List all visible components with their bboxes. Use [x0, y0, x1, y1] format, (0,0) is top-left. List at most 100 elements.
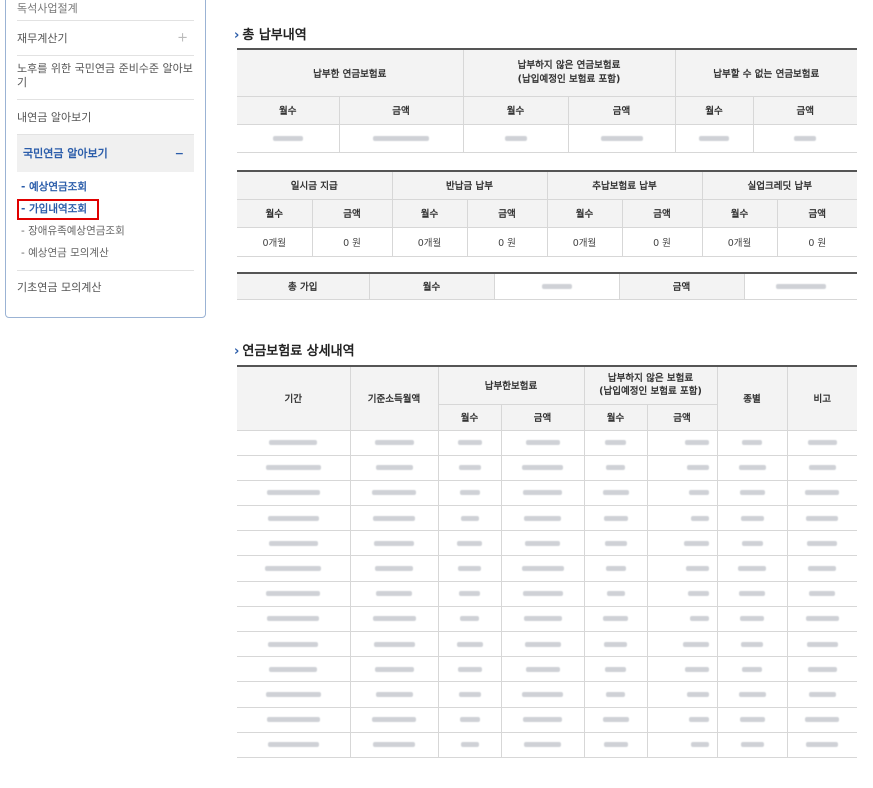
table-cell [716, 656, 788, 683]
table-cell [349, 706, 439, 733]
th-amount: 금액 [567, 95, 676, 125]
redacted-value [738, 566, 766, 572]
table-cell [500, 706, 585, 733]
redacted-value [808, 465, 836, 471]
redacted-value [459, 591, 480, 597]
table-cell [716, 580, 788, 607]
table-cell [437, 479, 502, 507]
sidebar-item-national-pension[interactable]: 국민연금 알아보기 − [17, 135, 194, 172]
redacted-value [372, 490, 416, 496]
cell-value: 0 원 [311, 226, 393, 257]
table-cell [349, 530, 439, 557]
section-title-total-payment: › 총 납부내역 [234, 24, 307, 43]
table-row [237, 555, 857, 582]
minus-icon: − [174, 147, 184, 160]
table-cell [786, 630, 857, 658]
table-cell [237, 530, 351, 557]
table-row [237, 505, 857, 532]
redacted-value [522, 465, 563, 471]
table-cell [349, 731, 439, 758]
th-amount: 금액 [752, 95, 857, 125]
table-cell [500, 479, 585, 507]
table-cell [786, 605, 857, 633]
th-return: 반납금 납부 [391, 170, 548, 200]
table-cell [583, 429, 648, 456]
submenu-pension-simulation[interactable]: - 예상연금 모의계산 [17, 242, 194, 264]
cell-value: 0 원 [466, 226, 548, 257]
redacted-value [805, 717, 840, 723]
redacted-value [600, 135, 643, 141]
table-cell [500, 429, 585, 456]
table-cell [786, 530, 857, 557]
table-cell [786, 706, 857, 733]
redacted-value [606, 465, 625, 471]
redacted-value [740, 742, 764, 748]
redacted-value [267, 742, 319, 748]
sidebar-item-label: 재무계산기 [17, 32, 68, 45]
table-row [237, 429, 857, 456]
table-cell [237, 681, 351, 708]
redacted-value [603, 742, 628, 748]
table-cell [646, 706, 718, 733]
table-cell [500, 630, 585, 658]
sidebar-item-my-pension[interactable]: 내연금 알아보기 [17, 100, 194, 135]
redacted-value [687, 591, 709, 597]
redacted-value [806, 515, 839, 521]
sidebar-item-basic-pension[interactable]: 기초연금 모의계산 [17, 271, 194, 305]
redacted-value [809, 591, 836, 597]
table-cell [583, 580, 648, 607]
table-cell [786, 555, 857, 582]
th-total-join: 총 가입 [237, 272, 370, 300]
table-cell [237, 454, 351, 481]
redacted-value [373, 641, 415, 647]
sidebar-item-retirement-plan[interactable]: 노후를 위한 국민연금 준비수준 알아보기 [17, 56, 194, 100]
th-additional: 추납보험료 납부 [546, 170, 703, 200]
table-cell [583, 706, 648, 733]
redacted-value [374, 440, 414, 446]
th-amount: 금액 [776, 198, 857, 228]
chevron-right-icon: › [234, 28, 240, 43]
table-cell [786, 681, 857, 708]
submenu-expected-pension[interactable]: - 예상연금조회 [17, 176, 194, 198]
table-cell [437, 605, 502, 633]
redacted-value [690, 742, 709, 748]
redacted-value [683, 540, 709, 546]
redacted-value [266, 490, 320, 496]
sidebar-item-finance-calculator[interactable]: 재무계산기 + [17, 21, 194, 56]
redacted-value [739, 591, 765, 597]
redacted-value [524, 742, 561, 748]
th-months: 월수 [462, 95, 569, 125]
table-cell [583, 630, 648, 658]
table-cell [583, 479, 648, 507]
table-cell [646, 656, 718, 683]
redacted-value [602, 490, 629, 496]
submenu-subscription-history[interactable]: - 가입내역조회 [17, 199, 99, 220]
table-cell [349, 605, 439, 633]
table-cell [437, 656, 502, 683]
cell-value: 0 원 [621, 226, 703, 257]
redacted-value [686, 465, 709, 471]
table-cell [646, 454, 718, 481]
table-cell [437, 731, 502, 758]
submenu-disability-survivor[interactable]: - 장애유족예상연금조회 [17, 220, 194, 242]
redacted-value [375, 465, 413, 471]
table-cell [237, 555, 351, 582]
redacted-value [605, 566, 626, 572]
table-cell [437, 706, 502, 733]
redacted-value [266, 591, 321, 597]
redacted-value [457, 440, 482, 446]
redacted-value [265, 691, 321, 697]
detail-table: 기간 기준소득월액 납부한보험료 납부하지 않은 보험료 (납입예정인 보험료 … [237, 365, 857, 758]
th-amount: 금액 [311, 198, 393, 228]
table-cell [583, 454, 648, 481]
redacted-value [807, 666, 837, 672]
redacted-value [604, 641, 627, 647]
redacted-value [373, 742, 415, 748]
th-paid: 납부한 연금보험료 [237, 48, 464, 97]
cell-value: 0 원 [776, 226, 857, 257]
table-cell [646, 681, 718, 708]
redacted-value [603, 515, 628, 521]
table-cell [500, 530, 585, 557]
sidebar-item-top[interactable]: 독석사업절계 [17, 0, 194, 21]
table-cell [437, 505, 502, 532]
